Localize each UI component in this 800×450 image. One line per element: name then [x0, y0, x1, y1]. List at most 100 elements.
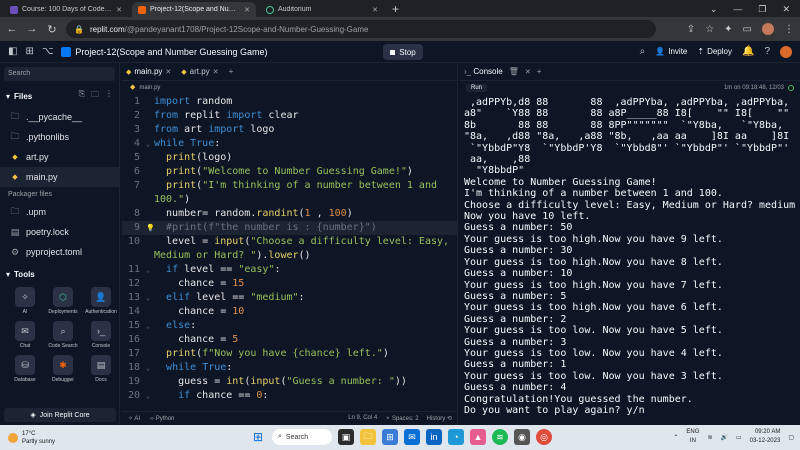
code-line[interactable]: 2 from replit import clear: [122, 109, 458, 123]
tool-deployments[interactable]: ⬡ Deployments: [44, 287, 82, 315]
new-tab-button[interactable]: +: [229, 67, 234, 76]
browser-tab[interactable]: Auditorium ✕: [260, 2, 384, 17]
code-line[interactable]: 11 ⌄ if level == "easy":: [122, 263, 458, 277]
tool-chat[interactable]: ✉ Chat: [6, 321, 44, 349]
code-line[interactable]: 5 print(logo): [122, 151, 458, 165]
app-icon[interactable]: ◉: [514, 429, 530, 445]
tool-debugger[interactable]: ✱ Debugger: [44, 355, 82, 383]
code-line[interactable]: 19 guess = int(input("Guess a number: ")…: [122, 375, 458, 389]
code-line[interactable]: 3 from art import logo: [122, 123, 458, 137]
tab-art-py[interactable]: ◆ art.py ✕: [181, 67, 218, 76]
weather-widget[interactable]: 17°C Partly sunny: [0, 430, 120, 446]
trash-icon[interactable]: 🗑: [509, 67, 519, 76]
edge-icon[interactable]: ◔: [448, 429, 464, 445]
replit-logo-icon[interactable]: ⌥: [42, 46, 54, 57]
wifi-icon[interactable]: ≋: [707, 434, 712, 441]
status-spaces[interactable]: ⚬ Spaces: 2: [385, 415, 418, 422]
code-line[interactable]: 16 chance = 5: [122, 333, 458, 347]
chevron-up-icon[interactable]: ⌃: [673, 434, 678, 441]
layout-icon[interactable]: ⊞: [25, 46, 33, 57]
code-line[interactable]: 15 ⌄ else:: [122, 319, 458, 333]
file-item-art[interactable]: ◆ art.py: [0, 147, 119, 167]
code-line[interactable]: 18 ⌄ while True:: [122, 361, 458, 375]
code-line[interactable]: 8 number= random.randint(1 , 100): [122, 207, 458, 221]
tool-console[interactable]: ›_ Console: [82, 321, 120, 349]
profile-avatar[interactable]: [762, 23, 774, 35]
user-avatar[interactable]: [780, 45, 792, 58]
new-folder-icon[interactable]: 🗀: [91, 89, 99, 103]
back-icon[interactable]: ←: [6, 23, 18, 35]
task-view-icon[interactable]: ▣: [338, 429, 354, 445]
fold-chevron-icon[interactable]: ⌄: [146, 389, 154, 403]
code-line[interactable]: 14 chance = 10: [122, 305, 458, 319]
mail-icon[interactable]: ✉: [404, 429, 420, 445]
file-item-pythonlibs[interactable]: 🗀 .pythonlibs: [0, 127, 119, 147]
more-icon[interactable]: ⋮: [105, 89, 113, 103]
file-item-poetry-lock[interactable]: ▤ poetry.lock: [0, 222, 119, 242]
close-icon[interactable]: ✕: [165, 68, 171, 76]
new-file-icon[interactable]: ⎘: [79, 89, 85, 103]
clock[interactable]: 09:20 AM 03-12-2023: [750, 428, 781, 446]
code-line[interactable]: Medium or Hard? ").lower(): [122, 249, 458, 263]
language-indicator[interactable]: ENG IN: [686, 428, 699, 446]
close-tab-icon[interactable]: ✕: [116, 6, 122, 14]
code-line[interactable]: 1 import random: [122, 95, 458, 109]
sidebar-toggle-icon[interactable]: ◧: [8, 46, 17, 57]
close-icon[interactable]: ✕: [213, 68, 219, 76]
reload-icon[interactable]: ↻: [46, 23, 58, 36]
code-line[interactable]: 4 ⌄ while True:: [122, 137, 458, 151]
close-tab-icon[interactable]: ✕: [372, 6, 378, 14]
chrome-icon[interactable]: ◎: [536, 429, 552, 445]
code-line[interactable]: 12 chance = 15: [122, 277, 458, 291]
spotify-icon[interactable]: ≋: [492, 429, 508, 445]
fold-chevron-icon[interactable]: ⌄: [146, 291, 154, 305]
browser-tab-active[interactable]: Project-12(Scope and Number G ✕: [132, 2, 256, 17]
status-ai[interactable]: ✧ AI: [128, 415, 140, 422]
browser-tab[interactable]: Course: 100 Days of Code: The C ✕: [4, 2, 128, 17]
url-field[interactable]: 🔒 replit.com/@pandeyanant1708/Project-12…: [66, 20, 656, 38]
console-tab[interactable]: ›_ Console: [464, 67, 503, 76]
tool-authentication[interactable]: 👤 Authentication: [82, 287, 120, 315]
maximize-icon[interactable]: ❐: [758, 2, 766, 17]
code-line[interactable]: 7 print("I'm thinking of a number betwee…: [122, 179, 458, 193]
join-replit-core-button[interactable]: ◈ Join Replit Core: [4, 408, 116, 422]
code-line[interactable]: 20 ⌄ if chance == 0:: [122, 389, 458, 403]
fold-chevron-icon[interactable]: ⌄: [146, 263, 154, 277]
sidebar-icon[interactable]: ▭: [743, 24, 752, 35]
extensions-icon[interactable]: ✦: [724, 24, 732, 35]
store-icon[interactable]: ⊞: [382, 429, 398, 445]
tool-database[interactable]: ⛁ Database: [6, 355, 44, 383]
run-button[interactable]: Run: [466, 84, 488, 92]
code-line[interactable]: 13 ⌄ elif level == "medium":: [122, 291, 458, 305]
new-tab-button[interactable]: +: [537, 67, 542, 76]
close-tab-icon[interactable]: ✕: [244, 6, 250, 14]
tab-main-py[interactable]: ◆ main.py ✕: [126, 67, 171, 76]
files-header[interactable]: ▾ Files ⎘ 🗀 ⋮: [0, 85, 119, 107]
volume-icon[interactable]: 🔊: [720, 434, 727, 441]
project-name[interactable]: Project-12(Scope and Number Guessing Gam…: [61, 46, 267, 57]
file-item-pycache[interactable]: 🗀 .__pycache__: [0, 107, 119, 127]
photos-icon[interactable]: ▲: [470, 429, 486, 445]
star-icon[interactable]: ☆: [705, 24, 714, 35]
fold-chevron-icon[interactable]: ⌄: [146, 137, 154, 151]
tool-docs[interactable]: ▤ Docs: [82, 355, 120, 383]
windows-start-icon[interactable]: ⊞: [250, 429, 266, 445]
linkedin-icon[interactable]: in: [426, 429, 442, 445]
deploy-button[interactable]: ⇡ Deploy: [697, 47, 732, 56]
status-language[interactable]: ‹› Python: [150, 416, 174, 422]
invite-button[interactable]: 👤 Invite: [655, 47, 687, 56]
battery-icon[interactable]: ▭: [736, 434, 742, 441]
file-item-upm[interactable]: 🗀 .upm: [0, 202, 119, 222]
code-area[interactable]: 1 import random 2 from replit import clear 3…: [122, 95, 458, 411]
fold-chevron-icon[interactable]: ⌄: [146, 361, 154, 375]
tools-header[interactable]: ▾ Tools: [0, 266, 119, 283]
search-input[interactable]: Search: [4, 67, 115, 81]
file-item-pyproject[interactable]: ⚙ pyproject.toml: [0, 242, 119, 262]
file-explorer-icon[interactable]: 🗀: [360, 429, 376, 445]
menu-icon[interactable]: ⋮: [784, 24, 794, 35]
file-item-main[interactable]: ◆ main.py: [0, 167, 119, 187]
taskbar-search[interactable]: ⌕ Search: [272, 429, 332, 445]
cursor-position[interactable]: Ln 9, Col 4: [348, 415, 377, 422]
bell-icon[interactable]: 🔔: [742, 46, 754, 57]
tool-code-search[interactable]: ⌕ Code Search: [44, 321, 82, 349]
